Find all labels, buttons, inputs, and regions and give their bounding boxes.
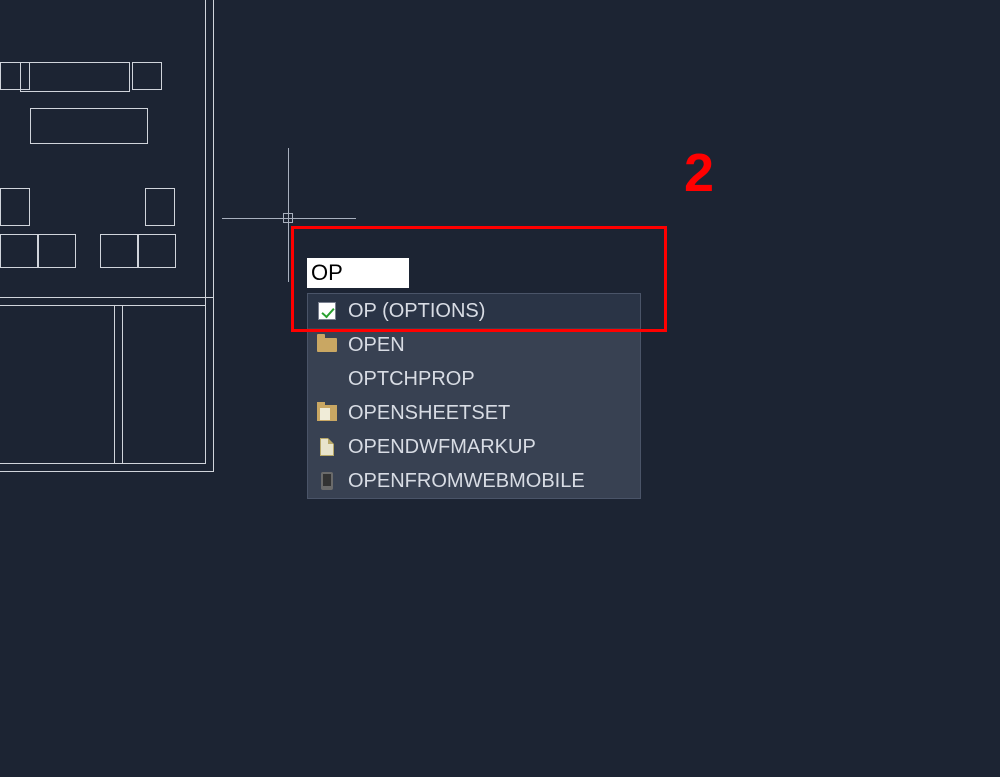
autocomplete-item-label: OPTCHPROP <box>348 368 475 391</box>
drawing-canvas[interactable]: OP (OPTIONS) OPEN OPTCHPROP OPENSHEETSET… <box>0 0 1000 777</box>
autocomplete-item-label: OP (OPTIONS) <box>348 300 485 323</box>
autocomplete-item-label: OPENDWFMARKUP <box>348 436 536 459</box>
autocomplete-item-label: OPEN <box>348 334 405 357</box>
autocomplete-item-opendwfmarkup[interactable]: OPENDWFMARKUP <box>308 430 640 464</box>
folder-sheet-icon <box>316 402 338 424</box>
autocomplete-item-optchprop[interactable]: OPTCHPROP <box>308 362 640 396</box>
blank-icon <box>316 368 338 390</box>
folder-icon <box>316 334 338 356</box>
command-input[interactable] <box>311 260 405 286</box>
autocomplete-item-open[interactable]: OPEN <box>308 328 640 362</box>
autocomplete-item-opensheetset[interactable]: OPENSHEETSET <box>308 396 640 430</box>
autocomplete-item-op-options[interactable]: OP (OPTIONS) <box>308 294 640 328</box>
document-icon <box>316 436 338 458</box>
autocomplete-dropdown: OP (OPTIONS) OPEN OPTCHPROP OPENSHEETSET… <box>307 293 641 499</box>
crosshair-pickbox <box>283 213 293 223</box>
command-input-container[interactable] <box>307 258 409 288</box>
autocomplete-item-label: OPENSHEETSET <box>348 402 510 425</box>
mobile-icon <box>316 470 338 492</box>
annotation-number: 2 <box>684 142 714 204</box>
autocomplete-item-label: OPENFROMWEBMOBILE <box>348 470 585 493</box>
checkbox-icon <box>316 300 338 322</box>
autocomplete-item-openfromwebmobile[interactable]: OPENFROMWEBMOBILE <box>308 464 640 498</box>
